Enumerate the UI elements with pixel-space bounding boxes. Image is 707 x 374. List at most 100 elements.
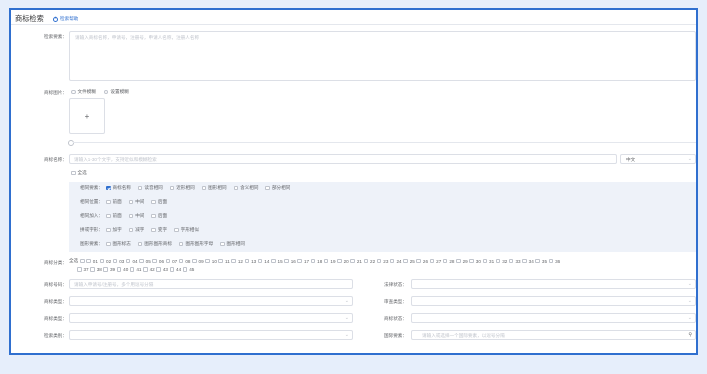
class-option[interactable]: 03: [112, 259, 124, 264]
filter-option[interactable]: 变字: [151, 227, 167, 233]
kind-select[interactable]: ⌄: [69, 313, 353, 323]
class-option[interactable]: 08: [178, 259, 190, 264]
class-option[interactable]: 12: [231, 259, 243, 264]
class-option[interactable]: 29: [456, 259, 468, 264]
class-option[interactable]: 24: [389, 259, 402, 264]
status-select[interactable]: ⌄: [411, 279, 696, 289]
language-value: 中文: [626, 157, 636, 162]
checkbox-icon: [201, 185, 207, 191]
class-option[interactable]: 07: [165, 259, 177, 264]
filter-option[interactable]: 后面: [151, 213, 167, 219]
class-option[interactable]: 38: [90, 267, 102, 272]
class-option[interactable]: 45: [182, 267, 194, 272]
class-option[interactable]: 43: [156, 267, 168, 272]
filter-option[interactable]: 减字: [128, 227, 144, 233]
filter-option[interactable]: 前面: [106, 199, 122, 205]
class-option[interactable]: 01: [86, 259, 98, 264]
filter-option[interactable]: 图形图形字母: [178, 241, 213, 247]
checkbox-icon: [71, 170, 76, 176]
class-option[interactable]: 19: [323, 259, 336, 264]
filter-option[interactable]: 后面: [151, 199, 167, 205]
filter-option[interactable]: 近形相同: [169, 185, 195, 191]
class-option[interactable]: 17: [297, 259, 309, 264]
class-option[interactable]: 15: [271, 259, 283, 264]
class-option[interactable]: 23: [376, 259, 388, 264]
filter-option[interactable]: 中间: [128, 199, 144, 205]
search-icon[interactable]: ⚲: [688, 332, 692, 338]
class-option[interactable]: 06: [152, 259, 164, 264]
filter-option[interactable]: 加字: [106, 227, 122, 233]
state-select[interactable]: ⌄: [411, 313, 696, 323]
image-option-file[interactable]: 文件模糊: [71, 89, 96, 95]
class-option[interactable]: 36: [548, 259, 560, 264]
filter-option[interactable]: 字形相似: [174, 227, 199, 233]
slider-handle[interactable]: [68, 140, 74, 146]
checkbox-checked-icon: [106, 185, 111, 191]
class-option-label: 28: [449, 258, 455, 264]
chevron-down-icon: ⌄: [687, 281, 692, 287]
class-option[interactable]: 44: [169, 267, 181, 272]
class-option[interactable]: 20: [337, 259, 349, 264]
class-option[interactable]: 05: [139, 259, 151, 264]
filter-option[interactable]: 图形相同: [201, 185, 227, 191]
class-option[interactable]: 30: [469, 259, 481, 264]
class-option[interactable]: 32: [495, 259, 507, 264]
class-option[interactable]: 34: [522, 259, 534, 264]
class-option[interactable]: 39: [103, 267, 115, 272]
filter-option[interactable]: 图形标志: [106, 241, 131, 247]
type-select[interactable]: ⌄: [69, 296, 353, 306]
review-select[interactable]: ⌄: [411, 296, 696, 306]
class-option[interactable]: 31: [482, 258, 494, 264]
class-option[interactable]: 41: [129, 267, 142, 272]
checkbox-icon: [482, 258, 488, 264]
class-all-option[interactable]: 全选: [69, 258, 85, 264]
filter-option[interactable]: 前面: [106, 213, 122, 219]
filter-option[interactable]: 图形相同: [220, 241, 245, 247]
class-option[interactable]: 42: [143, 267, 155, 272]
class-option[interactable]: 37: [77, 267, 89, 272]
filter-option[interactable]: 含义相同: [233, 185, 258, 191]
select-all-toggle[interactable]: 全选: [71, 170, 87, 176]
class-option[interactable]: 22: [363, 259, 375, 264]
class-option[interactable]: 02: [99, 259, 111, 264]
intl-input[interactable]: 请输入或选择一个国际要素，以逗号分隔 ⚲: [411, 330, 696, 340]
keyword-textarea[interactable]: 请输入商标名称，申请号，注册号，申请人名称，注册人名称: [69, 31, 696, 81]
class-option[interactable]: 33: [508, 259, 521, 264]
class-option[interactable]: 18: [310, 259, 322, 264]
class-option[interactable]: 16: [284, 259, 296, 264]
filter-option[interactable]: 图形图形商标: [137, 241, 172, 247]
checkbox-icon: [174, 227, 179, 233]
class-option[interactable]: 09: [192, 259, 204, 264]
reg-input[interactable]: 请输入申请号/注册号，多个用逗号分隔: [69, 279, 353, 289]
class-option-label: 38: [96, 267, 102, 272]
name-input[interactable]: 请输入1-30个文字，支持近似和模糊检索: [69, 154, 617, 164]
help-link[interactable]: ? 检索帮助: [53, 16, 78, 22]
category-select[interactable]: ⌄: [69, 330, 353, 340]
filter-option[interactable]: 部分相同: [265, 185, 290, 191]
filter-option-label: 后面: [157, 199, 168, 204]
class-option[interactable]: 26: [416, 259, 428, 264]
chevron-down-icon: ⌄: [687, 298, 692, 304]
class-option-label: 13: [251, 258, 257, 264]
class-option[interactable]: 35: [535, 259, 547, 264]
class-option[interactable]: 13: [244, 258, 257, 264]
class-option[interactable]: 21: [350, 259, 362, 264]
filter-option[interactable]: 中间: [128, 213, 144, 219]
class-option[interactable]: 04: [125, 259, 138, 264]
class-option[interactable]: 40: [116, 267, 128, 272]
language-select[interactable]: 中文 ⌄: [620, 154, 696, 164]
class-option[interactable]: 11: [218, 259, 230, 264]
filter-option[interactable]: 商标名称: [106, 185, 131, 191]
image-option-fuzzy[interactable]: 设置模糊: [103, 89, 129, 95]
name-placeholder: 请输入1-30个文字，支持近似和模糊检索: [74, 157, 157, 162]
class-option[interactable]: 28: [442, 258, 455, 264]
class-option[interactable]: 27: [429, 259, 441, 264]
image-upload-box[interactable]: +: [69, 98, 105, 134]
filter-option[interactable]: 读音相同: [137, 185, 163, 191]
class-option[interactable]: 14: [257, 259, 269, 264]
class-option[interactable]: 25: [403, 259, 415, 264]
checkbox-icon: [205, 258, 210, 264]
filter-label: 拼或字形：: [80, 227, 103, 232]
class-option[interactable]: 10: [205, 259, 217, 264]
slider-track[interactable]: [73, 142, 696, 143]
